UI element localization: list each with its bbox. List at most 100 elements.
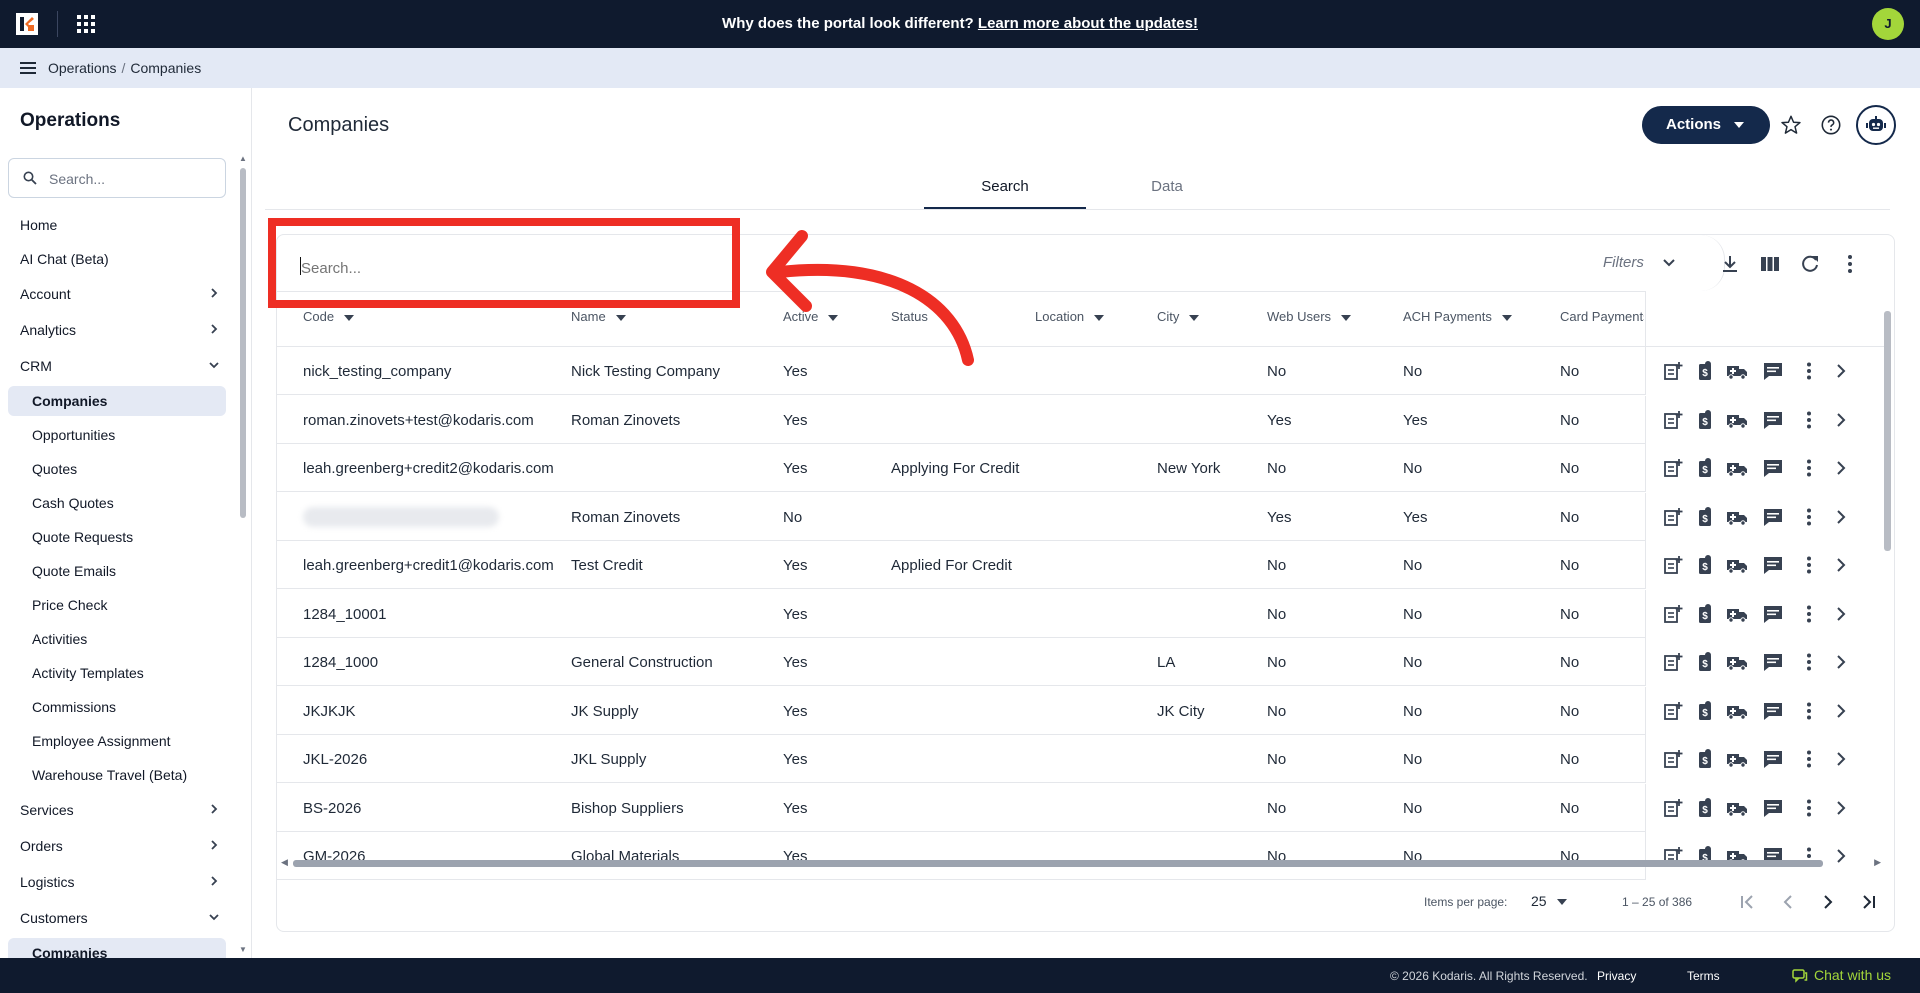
tab-data[interactable]: Data [1086,168,1248,210]
add-note-icon[interactable] [1662,409,1684,431]
table-row[interactable]: JKJKJK JK Supply Yes JK City No No No $ [277,686,1882,735]
sidebar-group-customers[interactable]: Customers [0,900,236,936]
column-header-location[interactable]: Location [1035,309,1105,324]
tab-search[interactable]: Search [924,168,1086,210]
sidebar-item-price-check[interactable]: Price Check [0,588,236,622]
table-row[interactable]: BS-2026 Bishop Suppliers Yes No No No $ [277,783,1882,832]
comment-icon[interactable] [1762,360,1784,382]
last-page-icon[interactable] [1857,891,1879,913]
more-vert-icon[interactable] [1798,457,1820,479]
scroll-down-arrow-icon[interactable]: ▼ [239,945,247,954]
user-avatar[interactable]: J [1872,8,1904,40]
table-row[interactable]: roman.zinovets+test@kodaris.com Roman Zin… [277,395,1882,444]
sidebar-item-cash-quotes[interactable]: Cash Quotes [0,486,236,520]
sidebar-item-quote-emails[interactable]: Quote Emails [0,554,236,588]
comment-icon[interactable] [1762,651,1784,673]
sidebar-item-activity-templates[interactable]: Activity Templates [0,656,236,690]
chevron-right-icon[interactable] [1830,651,1852,673]
shipping-truck-icon[interactable] [1726,360,1748,382]
ai-assistant-button[interactable] [1856,105,1896,145]
comment-icon[interactable] [1762,700,1784,722]
add-note-icon[interactable] [1662,651,1684,673]
price-tag-icon[interactable]: $ [1694,748,1716,770]
more-vert-icon[interactable] [1798,409,1820,431]
items-per-page-select[interactable]: 25 [1531,893,1567,909]
columns-icon[interactable] [1759,253,1781,275]
more-vert-icon[interactable] [1798,506,1820,528]
sidebar-group-crm[interactable]: CRM [0,348,236,384]
sidebar-item-activities[interactable]: Activities [0,622,236,656]
shipping-truck-icon[interactable] [1726,651,1748,673]
chevron-right-icon[interactable] [1830,409,1852,431]
add-note-icon[interactable] [1662,748,1684,770]
more-vert-icon[interactable] [1798,360,1820,382]
column-header-card-payments[interactable]: Card Payments [1560,309,1644,324]
comment-icon[interactable] [1762,409,1784,431]
table-row[interactable]: nick_testing_company Nick Testing Company… [277,347,1882,395]
sidebar-group-logistics[interactable]: Logistics [0,864,236,900]
table-row[interactable]: 1284_1000 General Construction Yes LA No No No… [277,638,1882,686]
menu-icon[interactable] [20,61,36,75]
breadcrumb-operations[interactable]: Operations [48,60,116,76]
scrollbar-thumb[interactable] [1884,311,1891,551]
comment-icon[interactable] [1762,554,1784,576]
filters-dropdown[interactable]: Filters [1603,254,1675,271]
sidebar-item-commissions[interactable]: Commissions [0,690,236,724]
sidebar-item-home[interactable]: Home [0,208,236,242]
price-tag-icon[interactable]: $ [1694,457,1716,479]
chevron-right-icon[interactable] [1830,554,1852,576]
more-vert-icon[interactable] [1798,603,1820,625]
sidebar-item-employee-assignment[interactable]: Employee Assignment [0,724,236,758]
shipping-truck-icon[interactable] [1726,603,1748,625]
sidebar-scrollbar[interactable]: ▲ ▼ [238,154,248,954]
price-tag-icon[interactable]: $ [1694,700,1716,722]
shipping-truck-icon[interactable] [1726,554,1748,576]
column-header-web-users[interactable]: Web Users [1267,309,1352,324]
shipping-truck-icon[interactable] [1726,506,1748,528]
shipping-truck-icon[interactable] [1726,797,1748,819]
price-tag-icon[interactable]: $ [1694,506,1716,528]
chevron-right-icon[interactable] [1830,748,1852,770]
more-vert-icon[interactable] [1798,554,1820,576]
comment-icon[interactable] [1762,748,1784,770]
comment-icon[interactable] [1762,603,1784,625]
scrollbar-thumb[interactable] [293,860,1823,867]
grid-vertical-scrollbar[interactable] [1881,291,1893,855]
shipping-truck-icon[interactable] [1726,748,1748,770]
comment-icon[interactable] [1762,457,1784,479]
scroll-right-arrow-icon[interactable]: ▶ [1874,857,1881,868]
add-note-icon[interactable] [1662,603,1684,625]
price-tag-icon[interactable]: $ [1694,409,1716,431]
sidebar-search-input[interactable]: Search... [8,158,226,198]
scroll-up-arrow-icon[interactable]: ▲ [239,154,247,163]
add-note-icon[interactable] [1662,360,1684,382]
next-page-icon[interactable] [1817,891,1839,913]
help-icon[interactable] [1820,114,1842,136]
chevron-right-icon[interactable] [1830,797,1852,819]
more-vert-icon[interactable] [1798,797,1820,819]
chevron-right-icon[interactable] [1830,700,1852,722]
add-note-icon[interactable] [1662,506,1684,528]
first-page-icon[interactable] [1737,891,1759,913]
price-tag-icon[interactable]: $ [1694,554,1716,576]
sidebar-item-companies[interactable]: Companies [0,384,236,418]
sidebar-group-account[interactable]: Account [0,276,236,312]
add-note-icon[interactable] [1662,797,1684,819]
shipping-truck-icon[interactable] [1726,700,1748,722]
chevron-right-icon[interactable] [1830,506,1852,528]
add-note-icon[interactable] [1662,700,1684,722]
column-header-name[interactable]: Name [571,309,626,324]
add-note-icon[interactable] [1662,554,1684,576]
sidebar-item-warehouse-travel[interactable]: Warehouse Travel (Beta) [0,758,236,792]
sidebar-group-analytics[interactable]: Analytics [0,312,236,348]
sidebar-group-orders[interactable]: Orders [0,828,236,864]
actions-button[interactable]: Actions [1642,106,1770,144]
sidebar-item-ai-chat[interactable]: AI Chat (Beta) [0,242,236,276]
refresh-icon[interactable] [1799,253,1821,275]
comment-icon[interactable] [1762,797,1784,819]
table-row[interactable]: leah.greenberg+credit1@kodaris.com Test C… [277,541,1882,589]
add-note-icon[interactable] [1662,457,1684,479]
table-row[interactable]: GM-2026 Global Materials Yes No No No $ [277,832,1882,880]
grid-horizontal-scrollbar[interactable]: ◀ ▶ [277,857,1887,869]
column-header-code[interactable]: Code [303,309,355,324]
